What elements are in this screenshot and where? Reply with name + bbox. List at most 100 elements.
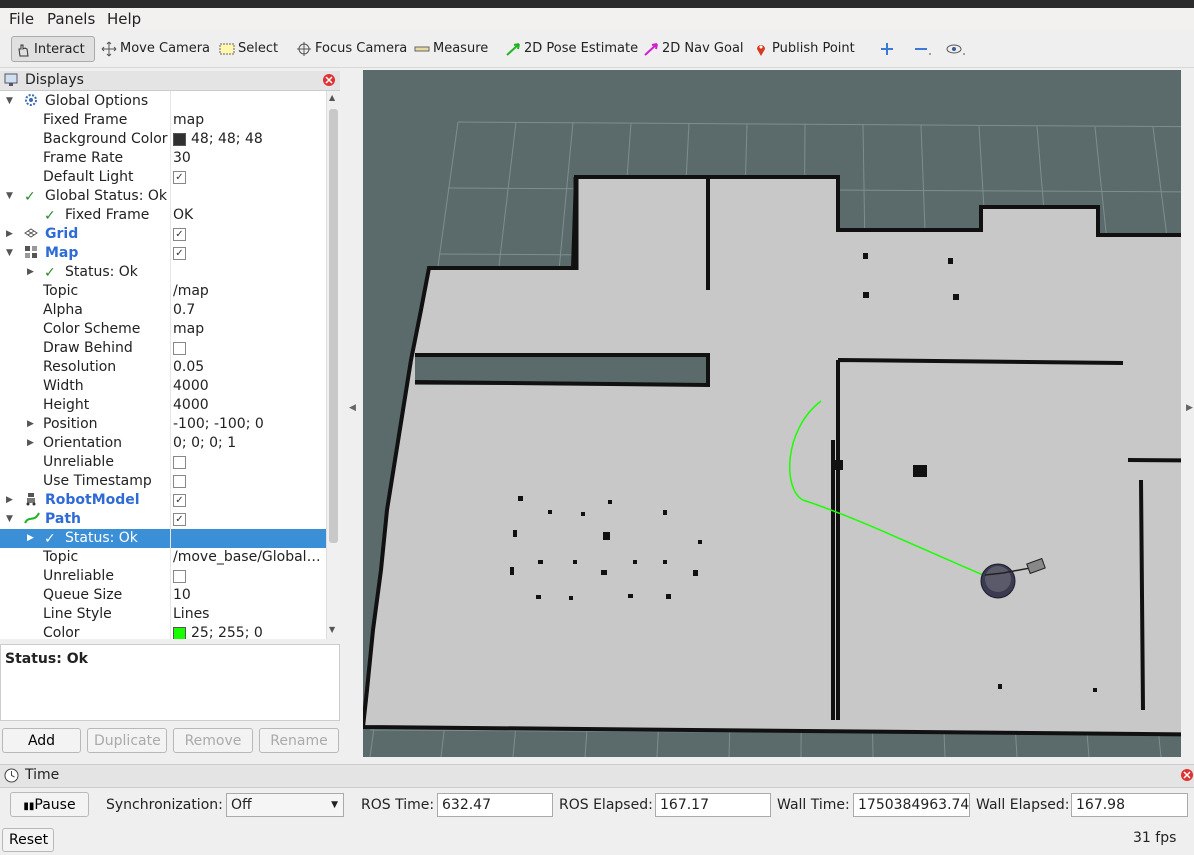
property-value[interactable]: map xyxy=(173,320,204,339)
tree-row[interactable]: Unreliable xyxy=(0,567,326,586)
remove-display-button[interactable]: Remove xyxy=(173,728,253,753)
tree-row[interactable]: ▶ Orientation 0; 0; 0; 1 xyxy=(0,434,326,453)
tree-row[interactable]: Alpha 0.7 xyxy=(0,301,326,320)
nav-goal-button[interactable]: 2D Nav Goal xyxy=(643,36,744,62)
publish-point-button[interactable]: Publish Point xyxy=(753,36,855,62)
duplicate-display-button[interactable]: Duplicate xyxy=(87,728,167,753)
tree-row[interactable]: ▶ Grid ✓ xyxy=(0,225,326,244)
tree-row[interactable]: ✓ Fixed Frame OK xyxy=(0,206,326,225)
add-tool-button[interactable] xyxy=(880,36,897,62)
enable-checkbox[interactable]: ✓ xyxy=(173,494,186,507)
pose-estimate-label: 2D Pose Estimate xyxy=(524,41,639,56)
expand-down-icon[interactable]: ▼ xyxy=(6,510,13,529)
tree-row[interactable]: ▼ Global Options xyxy=(0,92,326,111)
expand-down-icon[interactable]: ▼ xyxy=(6,244,13,263)
property-value[interactable]: 0.7 xyxy=(173,301,195,320)
tree-row[interactable]: Unreliable xyxy=(0,453,326,472)
view-options-button[interactable] xyxy=(946,36,971,62)
expand-right-icon[interactable]: ▶ xyxy=(27,415,34,434)
enable-checkbox[interactable]: ✓ xyxy=(173,247,186,260)
tree-row[interactable]: Line Style Lines xyxy=(0,605,326,624)
tree-row[interactable]: Topic/map xyxy=(0,282,326,301)
interact-tool-button[interactable]: Interact xyxy=(11,36,95,62)
tree-row[interactable]: Fixed Frame map xyxy=(0,111,326,130)
expand-down-icon[interactable]: ▼ xyxy=(6,187,13,206)
left-splitter-handle[interactable]: ◀ xyxy=(347,70,357,757)
reset-button[interactable]: Reset xyxy=(2,828,54,852)
property-value[interactable]: -100; -100; 0 xyxy=(173,415,264,434)
enable-checkbox[interactable]: ✓ xyxy=(173,228,186,241)
property-value[interactable]: /map xyxy=(173,282,209,301)
tree-row[interactable]: Queue Size 10 xyxy=(0,586,326,605)
add-display-button[interactable]: Add xyxy=(2,728,81,753)
property-value[interactable]: map xyxy=(173,111,204,130)
tree-row[interactable]: Resolution 0.05 xyxy=(0,358,326,377)
tree-row[interactable]: ▼ ✓ Global Status: Ok xyxy=(0,187,326,206)
rename-display-button[interactable]: Rename xyxy=(259,728,339,753)
tree-row[interactable]: Color Scheme map xyxy=(0,320,326,339)
expand-right-icon[interactable]: ▶ xyxy=(6,225,13,244)
focus-camera-button[interactable]: Focus Camera xyxy=(296,36,407,62)
tree-row[interactable]: ▶ RobotModel ✓ xyxy=(0,491,326,510)
tree-row[interactable]: Background Color 48; 48; 48 xyxy=(0,130,326,149)
property-value[interactable]: 4000 xyxy=(173,396,209,415)
file-menu[interactable]: File xyxy=(9,10,34,28)
property-value[interactable]: OK xyxy=(173,206,193,225)
panels-menu[interactable]: Panels xyxy=(47,10,95,28)
expand-right-icon[interactable]: ▶ xyxy=(6,491,13,510)
tree-row[interactable]: ▶ ✓ Status: Ok xyxy=(0,263,326,282)
tree-row[interactable]: Topic/move_base/GlobalPlanner/plan xyxy=(0,548,326,567)
enable-checkbox[interactable] xyxy=(173,475,186,488)
property-value[interactable]: Lines xyxy=(173,605,209,624)
property-value[interactable]: /move_base/GlobalPlanner/plan xyxy=(173,548,323,567)
tree-row[interactable]: ▼ Path ✓ xyxy=(0,510,326,529)
property-value[interactable]: 10 xyxy=(173,586,191,605)
ros-time-field[interactable]: 632.47 xyxy=(437,793,553,817)
right-splitter-handle[interactable]: ▶ xyxy=(1184,70,1194,757)
property-value[interactable]: 30 xyxy=(173,149,191,168)
enable-checkbox[interactable]: ✓ xyxy=(173,171,186,184)
enable-checkbox[interactable]: ✓ xyxy=(173,513,186,526)
close-panel-icon[interactable] xyxy=(322,73,336,87)
close-time-panel-icon[interactable] xyxy=(1180,768,1194,782)
help-menu[interactable]: Help xyxy=(107,10,141,28)
property-name: Status: Ok xyxy=(65,264,138,280)
measure-tool-button[interactable]: Measure xyxy=(414,36,488,62)
enable-checkbox[interactable] xyxy=(173,570,186,583)
tree-row[interactable]: Color 25; 255; 0 xyxy=(0,624,326,639)
expand-down-icon[interactable]: ▼ xyxy=(6,92,13,111)
remove-tool-button[interactable] xyxy=(914,36,937,62)
ros-elapsed-field[interactable]: 167.17 xyxy=(655,793,771,817)
property-value[interactable]: 0.05 xyxy=(173,358,204,377)
sync-select[interactable]: Off ▼ xyxy=(226,793,344,817)
enable-checkbox[interactable] xyxy=(173,342,186,355)
scroll-thumb[interactable] xyxy=(329,109,338,543)
render-3d-view[interactable] xyxy=(363,70,1181,757)
tree-row[interactable]: Draw Behind xyxy=(0,339,326,358)
scroll-down-icon[interactable]: ▼ xyxy=(329,625,335,634)
pose-estimate-button[interactable]: 2D Pose Estimate xyxy=(505,36,638,62)
tree-row[interactable]: ▶ Position -100; -100; 0 xyxy=(0,415,326,434)
property-value[interactable]: 25; 255; 0 xyxy=(173,624,263,639)
expand-right-icon[interactable]: ▶ xyxy=(27,263,34,282)
expand-right-icon[interactable]: ▶ xyxy=(27,434,34,453)
property-value[interactable]: 0; 0; 0; 1 xyxy=(173,434,236,453)
tree-row[interactable]: Use Timestamp xyxy=(0,472,326,491)
tree-row[interactable]: Frame Rate 30 xyxy=(0,149,326,168)
property-value[interactable]: 48; 48; 48 xyxy=(173,130,263,149)
wall-time-field[interactable]: 1750384963.74 xyxy=(853,793,970,817)
tree-row[interactable]: ▼ Map ✓ xyxy=(0,244,326,263)
wall-elapsed-field[interactable]: 167.98 xyxy=(1071,793,1188,817)
tree-row[interactable]: Height 4000 xyxy=(0,396,326,415)
displays-scrollbar[interactable]: ▲ ▼ xyxy=(326,91,341,639)
tree-row[interactable]: ▶ ✓ Status: Ok xyxy=(0,529,326,548)
tree-row[interactable]: Width 4000 xyxy=(0,377,326,396)
pause-button[interactable]: ▮▮Pause xyxy=(10,792,89,817)
enable-checkbox[interactable] xyxy=(173,456,186,469)
property-value[interactable]: 4000 xyxy=(173,377,209,396)
move-camera-button[interactable]: Move Camera xyxy=(101,36,210,62)
select-tool-button[interactable]: Select xyxy=(219,36,278,62)
tree-row[interactable]: Default Light ✓ xyxy=(0,168,326,187)
scroll-up-icon[interactable]: ▲ xyxy=(329,93,335,102)
expand-right-icon[interactable]: ▶ xyxy=(27,529,34,548)
